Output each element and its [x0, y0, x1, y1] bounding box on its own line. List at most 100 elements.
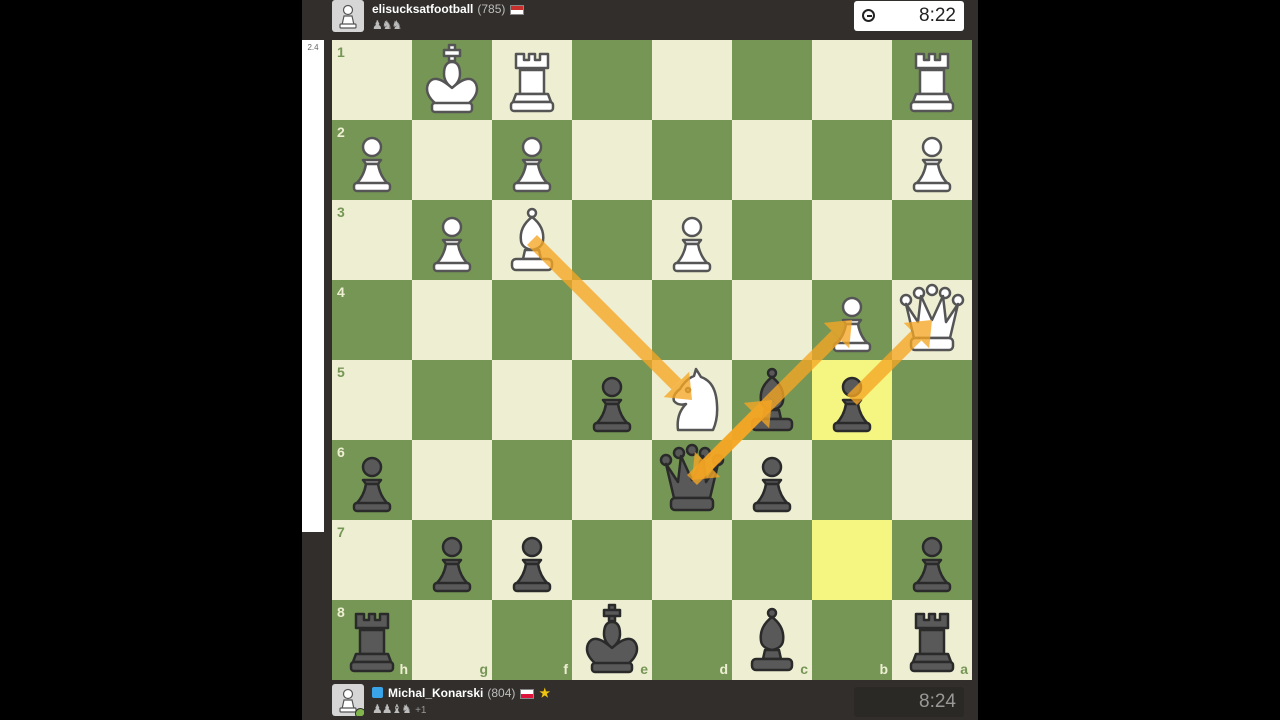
square-c2[interactable] — [732, 120, 812, 200]
square-h8[interactable]: 8h — [332, 600, 412, 680]
square-f7[interactable] — [492, 520, 572, 600]
square-c6[interactable] — [732, 440, 812, 520]
captured-bishop-icon: ♝ — [391, 702, 403, 716]
square-d7[interactable] — [652, 520, 732, 600]
captured-knight-icon: ♞ — [381, 18, 393, 32]
rank-label: 1 — [337, 44, 345, 60]
square-h4[interactable]: 4 — [332, 280, 412, 360]
square-e2[interactable] — [572, 120, 652, 200]
player-name-row: Michal_Konarski (804) ★ — [372, 686, 550, 700]
top-clock-time: 8:22 — [919, 5, 956, 26]
avatar[interactable] — [332, 0, 364, 32]
square-b6[interactable] — [812, 440, 892, 520]
square-c5[interactable] — [732, 360, 812, 440]
square-c1[interactable] — [732, 40, 812, 120]
square-d3[interactable] — [652, 200, 732, 280]
square-a5[interactable] — [892, 360, 972, 440]
square-h5[interactable]: 5 — [332, 360, 412, 440]
square-b4[interactable] — [812, 280, 892, 360]
star-icon: ★ — [539, 686, 551, 700]
square-a2[interactable] — [892, 120, 972, 200]
square-g1[interactable] — [412, 40, 492, 120]
evaluation-bar: 2.4 — [302, 40, 324, 532]
square-b1[interactable] — [812, 40, 892, 120]
square-h2[interactable]: 2 — [332, 120, 412, 200]
pawn-avatar-icon — [339, 4, 357, 29]
square-a7[interactable] — [892, 520, 972, 600]
square-e3[interactable] — [572, 200, 652, 280]
player-rating: (785) — [477, 2, 506, 16]
square-f6[interactable] — [492, 440, 572, 520]
square-g7[interactable] — [412, 520, 492, 600]
square-b5[interactable] — [812, 360, 892, 440]
australia-flag-icon — [510, 4, 525, 15]
player-username[interactable]: Michal_Konarski — [388, 686, 483, 700]
square-d6[interactable] — [652, 440, 732, 520]
square-g6[interactable] — [412, 440, 492, 520]
square-f3[interactable] — [492, 200, 572, 280]
file-label: h — [399, 661, 408, 677]
bottom-clock-time: 8:24 — [919, 691, 956, 712]
square-g3[interactable] — [412, 200, 492, 280]
rank-label: 3 — [337, 204, 345, 220]
square-d4[interactable] — [652, 280, 732, 360]
square-b7[interactable] — [812, 520, 892, 600]
square-b2[interactable] — [812, 120, 892, 200]
square-f8[interactable]: f — [492, 600, 572, 680]
top-clock: 8:22 — [854, 1, 964, 31]
square-a8[interactable]: a — [892, 600, 972, 680]
square-g2[interactable] — [412, 120, 492, 200]
poland-flag-icon — [520, 688, 535, 699]
square-h3[interactable]: 3 — [332, 200, 412, 280]
rank-label: 7 — [337, 524, 345, 540]
square-h6[interactable]: 6 — [332, 440, 412, 520]
square-a6[interactable] — [892, 440, 972, 520]
player-rating: (804) — [487, 686, 516, 700]
captured-pawn-icon: ♟ — [372, 18, 383, 32]
square-b8[interactable]: b — [812, 600, 892, 680]
square-a4[interactable] — [892, 280, 972, 360]
file-label: g — [479, 661, 488, 677]
square-d5[interactable] — [652, 360, 732, 440]
rank-label: 8 — [337, 604, 345, 620]
square-f5[interactable] — [492, 360, 572, 440]
square-g4[interactable] — [412, 280, 492, 360]
bottom-clock: 8:24 — [854, 687, 964, 717]
square-e6[interactable] — [572, 440, 652, 520]
square-d2[interactable] — [652, 120, 732, 200]
square-h7[interactable]: 7 — [332, 520, 412, 600]
square-d1[interactable] — [652, 40, 732, 120]
square-a1[interactable] — [892, 40, 972, 120]
rank-label: 6 — [337, 444, 345, 460]
square-c7[interactable] — [732, 520, 812, 600]
captured-knight-icon: ♞ — [391, 18, 403, 32]
square-e4[interactable] — [572, 280, 652, 360]
player-username[interactable]: elisucksatfootball — [372, 2, 473, 16]
avatar[interactable] — [332, 684, 364, 716]
square-g8[interactable]: g — [412, 600, 492, 680]
square-b3[interactable] — [812, 200, 892, 280]
square-f2[interactable] — [492, 120, 572, 200]
square-a3[interactable] — [892, 200, 972, 280]
material-advantage: +1 — [415, 705, 427, 716]
player-name-row: elisucksatfootball (785) — [372, 2, 525, 16]
square-c4[interactable] — [732, 280, 812, 360]
square-e1[interactable] — [572, 40, 652, 120]
captured-pieces: ♟♞♞ — [372, 18, 403, 32]
chessboard[interactable]: 12345678hgfedcba — [332, 40, 972, 680]
square-g5[interactable] — [412, 360, 492, 440]
square-c3[interactable] — [732, 200, 812, 280]
square-e7[interactable] — [572, 520, 652, 600]
online-status-icon — [355, 708, 364, 716]
top-player-strip: elisucksatfootball (785) ♟♞♞ 8:22 — [332, 0, 972, 36]
square-e5[interactable] — [572, 360, 652, 440]
square-f4[interactable] — [492, 280, 572, 360]
square-h1[interactable]: 1 — [332, 40, 412, 120]
square-c8[interactable]: c — [732, 600, 812, 680]
file-label: b — [879, 661, 888, 677]
file-label: c — [800, 661, 808, 677]
file-label: f — [563, 661, 568, 677]
square-f1[interactable] — [492, 40, 572, 120]
square-d8[interactable]: d — [652, 600, 732, 680]
square-e8[interactable]: e — [572, 600, 652, 680]
